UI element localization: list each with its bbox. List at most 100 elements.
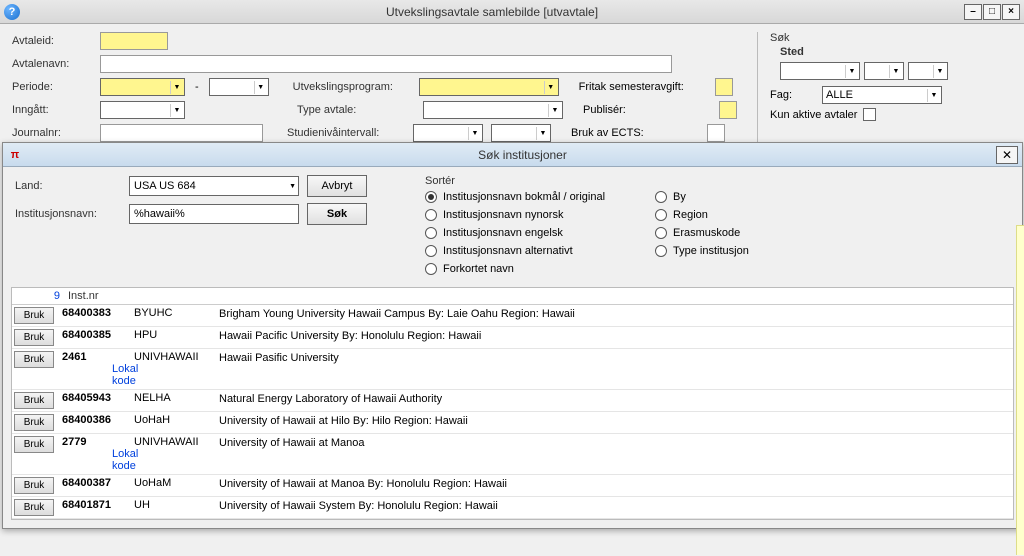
radio-icon (425, 263, 437, 275)
bruk-button[interactable]: Bruk (14, 392, 54, 409)
chevron-down-icon: ▼ (289, 183, 296, 190)
search-panel: Søk Sted ▼ ▼ ▼ Fag: ALLE▼ Kun aktive avt… (757, 32, 1012, 147)
inst-nr: 68405943 (62, 392, 134, 404)
lokal-kode: Lokal kode (112, 363, 134, 387)
typeavtale-combo[interactable]: ▼ (423, 101, 563, 119)
journalnr-input[interactable] (100, 124, 263, 142)
periode-to-combo[interactable]: ▼ (209, 78, 269, 96)
sort-radio[interactable]: Forkortet navn (425, 263, 605, 275)
radio-icon (655, 209, 667, 221)
sort-radio[interactable]: Institusjonsnavn nynorsk (425, 209, 605, 221)
publiser-box[interactable] (719, 101, 737, 119)
land-combo[interactable]: USA US 684 ▼ (129, 176, 299, 196)
inst-desc: University of Hawaii System By: Honolulu… (219, 499, 1011, 513)
bruk-button[interactable]: Bruk (14, 329, 54, 346)
window-title: Utvekslingsavtale samlebilde [utvavtale] (20, 5, 964, 19)
result-grid: 9 Inst.nr Bruk 68400383 BYUHC Brigham Yo… (11, 287, 1014, 520)
bruk-button[interactable]: Bruk (14, 351, 54, 368)
avtalenavn-input[interactable] (100, 55, 672, 73)
chevron-down-icon: ▼ (927, 89, 940, 102)
inst-code: NELHA (134, 392, 219, 404)
sort-radio[interactable]: Type institusjon (655, 245, 749, 257)
avtalenavn-label: Avtalenavn: (12, 58, 92, 70)
chevron-down-icon: ▼ (468, 127, 481, 140)
table-row: Bruk 68400386 UoHaH University of Hawaii… (12, 412, 1013, 434)
chevron-down-icon: ▼ (170, 104, 183, 117)
chevron-down-icon: ▼ (548, 104, 561, 117)
bruk-button[interactable]: Bruk (14, 499, 54, 516)
sted-combo-2[interactable]: ▼ (864, 62, 904, 80)
kun-aktive-checkbox[interactable] (863, 108, 876, 121)
fag-label: Fag: (770, 89, 810, 101)
inst-desc: University of Hawaii at Manoa (219, 436, 1011, 450)
chevron-down-icon: ▼ (889, 65, 902, 78)
fag-combo[interactable]: ALLE▼ (822, 86, 942, 104)
inst-nr: 68400386 (62, 414, 134, 426)
radio-label: Institusjonsnavn alternativt (443, 245, 573, 257)
studieniva-to[interactable]: ▼ (491, 124, 551, 142)
inngatt-combo[interactable]: ▼ (100, 101, 185, 119)
radio-label: Forkortet navn (443, 263, 514, 275)
avbryt-button[interactable]: Avbryt (307, 175, 367, 197)
search-dialog: π Søk institusjoner ✕ Land: USA US 684 ▼… (2, 142, 1023, 529)
inst-code: UoHaH (134, 414, 219, 426)
maximize-button[interactable]: □ (983, 4, 1001, 20)
radio-icon (655, 227, 667, 239)
inst-nr: 68400387 (62, 477, 134, 489)
close-button[interactable]: × (1002, 4, 1020, 20)
sort-radio[interactable]: By (655, 191, 749, 203)
sort-radio[interactable]: Institusjonsnavn bokmål / original (425, 191, 605, 203)
radio-label: Institusjonsnavn bokmål / original (443, 191, 605, 203)
instnavn-input[interactable] (129, 204, 299, 224)
chevron-down-icon: ▼ (536, 127, 549, 140)
bruk-button[interactable]: Bruk (14, 307, 54, 324)
sort-radio[interactable]: Institusjonsnavn engelsk (425, 227, 605, 239)
fritak-box[interactable] (715, 78, 733, 96)
inst-code: BYUHC (134, 307, 219, 319)
inst-code: UNIVHAWAII (134, 351, 219, 363)
sted-combo-3[interactable]: ▼ (908, 62, 948, 80)
table-row: Bruk 68401871 UH University of Hawaii Sy… (12, 497, 1013, 519)
bruk-button[interactable]: Bruk (14, 414, 54, 431)
table-row: Bruk 2461Lokal kode UNIVHAWAII Hawaii Pa… (12, 349, 1013, 390)
radio-icon (655, 245, 667, 257)
ects-box[interactable] (707, 124, 725, 142)
inst-code: UoHaM (134, 477, 219, 489)
inst-code: UH (134, 499, 219, 511)
bruk-button[interactable]: Bruk (14, 477, 54, 494)
sort-radio[interactable]: Region (655, 209, 749, 221)
table-row: Bruk 68405943 NELHA Natural Energy Labor… (12, 390, 1013, 412)
inst-nr: 2779Lokal kode (62, 436, 134, 472)
table-row: Bruk 68400385 HPU Hawaii Pacific Univers… (12, 327, 1013, 349)
inngatt-label: Inngått: (12, 104, 92, 116)
inst-nr: 2461Lokal kode (62, 351, 134, 387)
studieniva-from[interactable]: ▼ (413, 124, 483, 142)
radio-label: Institusjonsnavn engelsk (443, 227, 563, 239)
chevron-down-icon: ▼ (845, 65, 858, 78)
sort-label: Sortér (425, 175, 1010, 187)
table-row: Bruk 2779Lokal kode UNIVHAWAII Universit… (12, 434, 1013, 475)
grid-header: 9 Inst.nr (12, 288, 1013, 305)
bruk-button[interactable]: Bruk (14, 436, 54, 453)
radio-label: Institusjonsnavn nynorsk (443, 209, 563, 221)
radio-icon (425, 209, 437, 221)
utvekslingsprogram-combo[interactable]: ▼ (419, 78, 559, 96)
chevron-down-icon: ▼ (933, 65, 946, 78)
sort-radio[interactable]: Institusjonsnavn alternativt (425, 245, 605, 257)
help-icon[interactable]: ? (4, 4, 20, 20)
radio-label: Type institusjon (673, 245, 749, 257)
avtaleid-input[interactable] (100, 32, 168, 50)
sort-radio[interactable]: Erasmuskode (655, 227, 749, 239)
sok-button[interactable]: Søk (307, 203, 367, 225)
avtaleid-label: Avtaleid: (12, 35, 92, 47)
chevron-down-icon: ▼ (170, 81, 183, 94)
periode-from-combo[interactable]: ▼ (100, 78, 185, 96)
dialog-close-button[interactable]: ✕ (996, 146, 1018, 164)
radio-label: Region (673, 209, 708, 221)
minimize-button[interactable]: – (964, 4, 982, 20)
kun-aktive-label: Kun aktive avtaler (770, 109, 857, 121)
app-icon: π (7, 147, 23, 163)
instnr-header: Inst.nr (68, 290, 99, 302)
inst-code: UNIVHAWAII (134, 436, 219, 448)
sted-combo-1[interactable]: ▼ (780, 62, 860, 80)
